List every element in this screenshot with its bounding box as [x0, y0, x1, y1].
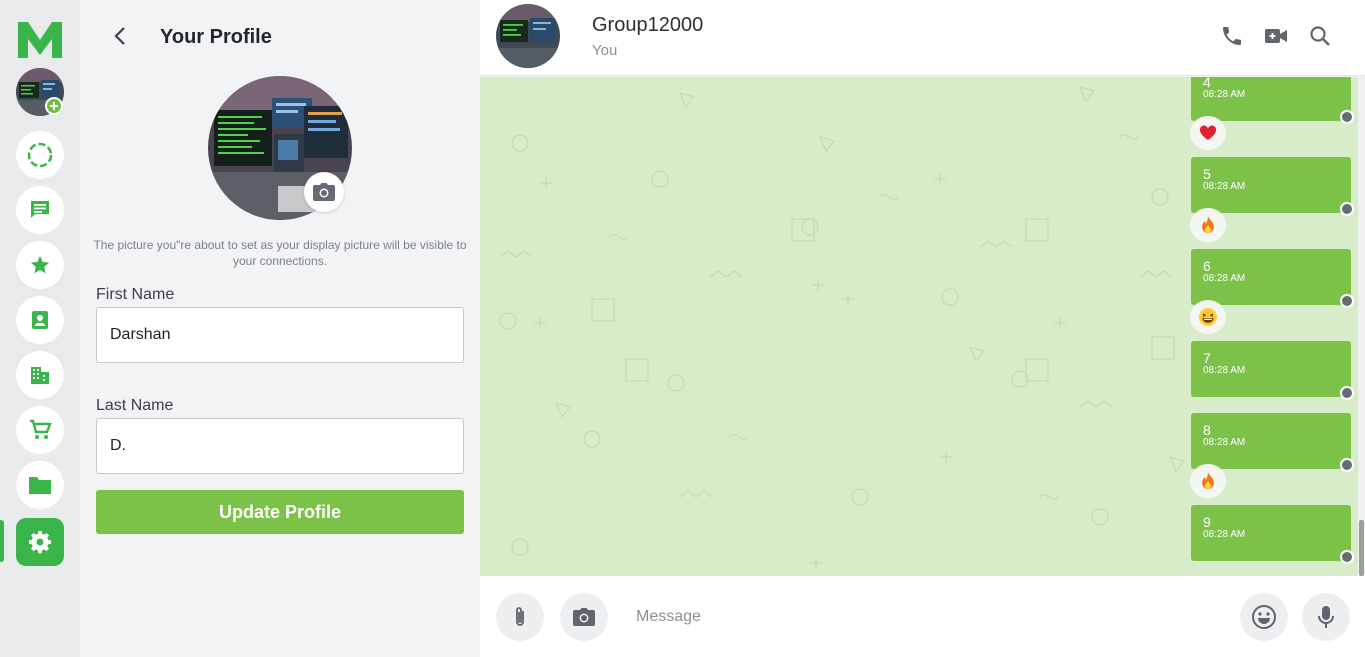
- chat-wallpaper: [499, 86, 1186, 569]
- message-bubble[interactable]: 9 08:28 AM: [1191, 505, 1351, 561]
- message-status-dot: [1340, 458, 1354, 472]
- message-time: 08:28 AM: [1203, 181, 1246, 192]
- change-photo-button[interactable]: [304, 172, 344, 212]
- message-list[interactable]: 4 08:28 AM 5 08:28 AM 6 08:28 AM 7 08:28…: [480, 77, 1358, 576]
- cart-icon: [30, 419, 52, 439]
- rail-settings-button[interactable]: [16, 518, 64, 566]
- rail-shop-button[interactable]: [16, 406, 64, 454]
- message-text: 7: [1203, 350, 1211, 366]
- page-title: Your Profile: [160, 26, 272, 48]
- fire-icon: [1202, 216, 1214, 233]
- message-status-dot: [1340, 202, 1354, 216]
- star-icon: [30, 255, 50, 274]
- rail-contacts-button[interactable]: [16, 296, 64, 344]
- rail-starred-button[interactable]: [16, 241, 64, 289]
- folder-icon: [29, 477, 51, 494]
- message-bubble[interactable]: 6 08:28 AM: [1191, 249, 1351, 305]
- contacts-icon: [32, 311, 48, 329]
- emoji-icon: [1252, 605, 1276, 629]
- reaction-badge[interactable]: [1190, 116, 1226, 150]
- message-composer: [480, 576, 1365, 657]
- chat-title: Group12000: [592, 14, 704, 36]
- rail-chats-button[interactable]: [16, 186, 64, 234]
- emoji-button[interactable]: [1240, 593, 1288, 641]
- message-time: 08:28 AM: [1203, 365, 1246, 376]
- phone-icon: [1223, 27, 1241, 45]
- heart-icon: [1199, 125, 1217, 140]
- message-text: 6: [1203, 258, 1211, 274]
- picture-note: The picture you"re about to set as your …: [93, 238, 467, 268]
- chat-subtitle: You: [592, 42, 618, 59]
- attach-button[interactable]: [496, 593, 544, 641]
- message-bubble[interactable]: 5 08:28 AM: [1191, 157, 1351, 213]
- message-bubble[interactable]: 7 08:28 AM: [1191, 341, 1351, 397]
- scrollbar-thumb[interactable]: [1359, 520, 1364, 576]
- message-text: 8: [1203, 422, 1211, 438]
- message-time: 08:28 AM: [1203, 89, 1246, 100]
- last-name-field[interactable]: [96, 418, 464, 474]
- message-input[interactable]: [620, 596, 1220, 638]
- message-status-dot: [1340, 110, 1354, 124]
- message-bubble[interactable]: 4 08:28 AM: [1191, 77, 1351, 121]
- message-time: 08:28 AM: [1203, 437, 1246, 448]
- paperclip-icon: [516, 607, 524, 626]
- update-profile-button[interactable]: Update Profile: [96, 490, 464, 534]
- camera-button[interactable]: [560, 593, 608, 641]
- video-call-button[interactable]: [1262, 22, 1290, 50]
- reaction-badge[interactable]: [1190, 464, 1226, 498]
- message-time: 08:28 AM: [1203, 273, 1246, 284]
- chat-search-button[interactable]: [1306, 22, 1334, 50]
- camera-icon: [573, 608, 595, 626]
- building-icon: [31, 367, 49, 384]
- fire-icon: [1202, 472, 1214, 489]
- add-status-badge[interactable]: [45, 97, 63, 115]
- message-bubble[interactable]: 8 08:28 AM: [1191, 413, 1351, 469]
- message-status-dot: [1340, 550, 1354, 564]
- reaction-badge[interactable]: [1190, 300, 1226, 334]
- back-button[interactable]: [108, 24, 132, 48]
- video-icon: [1265, 29, 1287, 43]
- laughing-face-icon: [1199, 308, 1217, 326]
- active-indicator: [0, 520, 4, 562]
- voice-message-button[interactable]: [1302, 593, 1350, 641]
- rail-business-button[interactable]: [16, 351, 64, 399]
- first-name-label: First Name: [96, 286, 175, 303]
- message-text: 5: [1203, 166, 1211, 182]
- microphone-icon: [1318, 606, 1334, 628]
- message-time: 08:28 AM: [1203, 529, 1246, 540]
- status-ring-icon: [27, 142, 53, 168]
- message-scrollbar[interactable]: [1358, 77, 1365, 576]
- chat-icon: [31, 201, 49, 218]
- search-icon: [1310, 26, 1330, 46]
- last-name-label: Last Name: [96, 397, 174, 414]
- profile-panel: Your Profile The picture you"re about to…: [80, 0, 480, 657]
- chevron-left-icon: [114, 27, 125, 45]
- chat-header: Group12000 You: [480, 0, 1365, 76]
- rail-files-button[interactable]: [16, 461, 64, 509]
- message-status-dot: [1340, 386, 1354, 400]
- app-logo[interactable]: [18, 20, 62, 58]
- camera-icon: [313, 183, 335, 201]
- message-text: 9: [1203, 514, 1211, 530]
- call-button[interactable]: [1218, 22, 1246, 50]
- chat-avatar[interactable]: [496, 4, 560, 68]
- first-name-field[interactable]: [96, 307, 464, 363]
- reaction-badge[interactable]: [1190, 208, 1226, 242]
- rail-status-button[interactable]: [16, 131, 64, 179]
- nav-rail: [0, 0, 80, 657]
- gear-icon: [29, 531, 52, 554]
- message-status-dot: [1340, 294, 1354, 308]
